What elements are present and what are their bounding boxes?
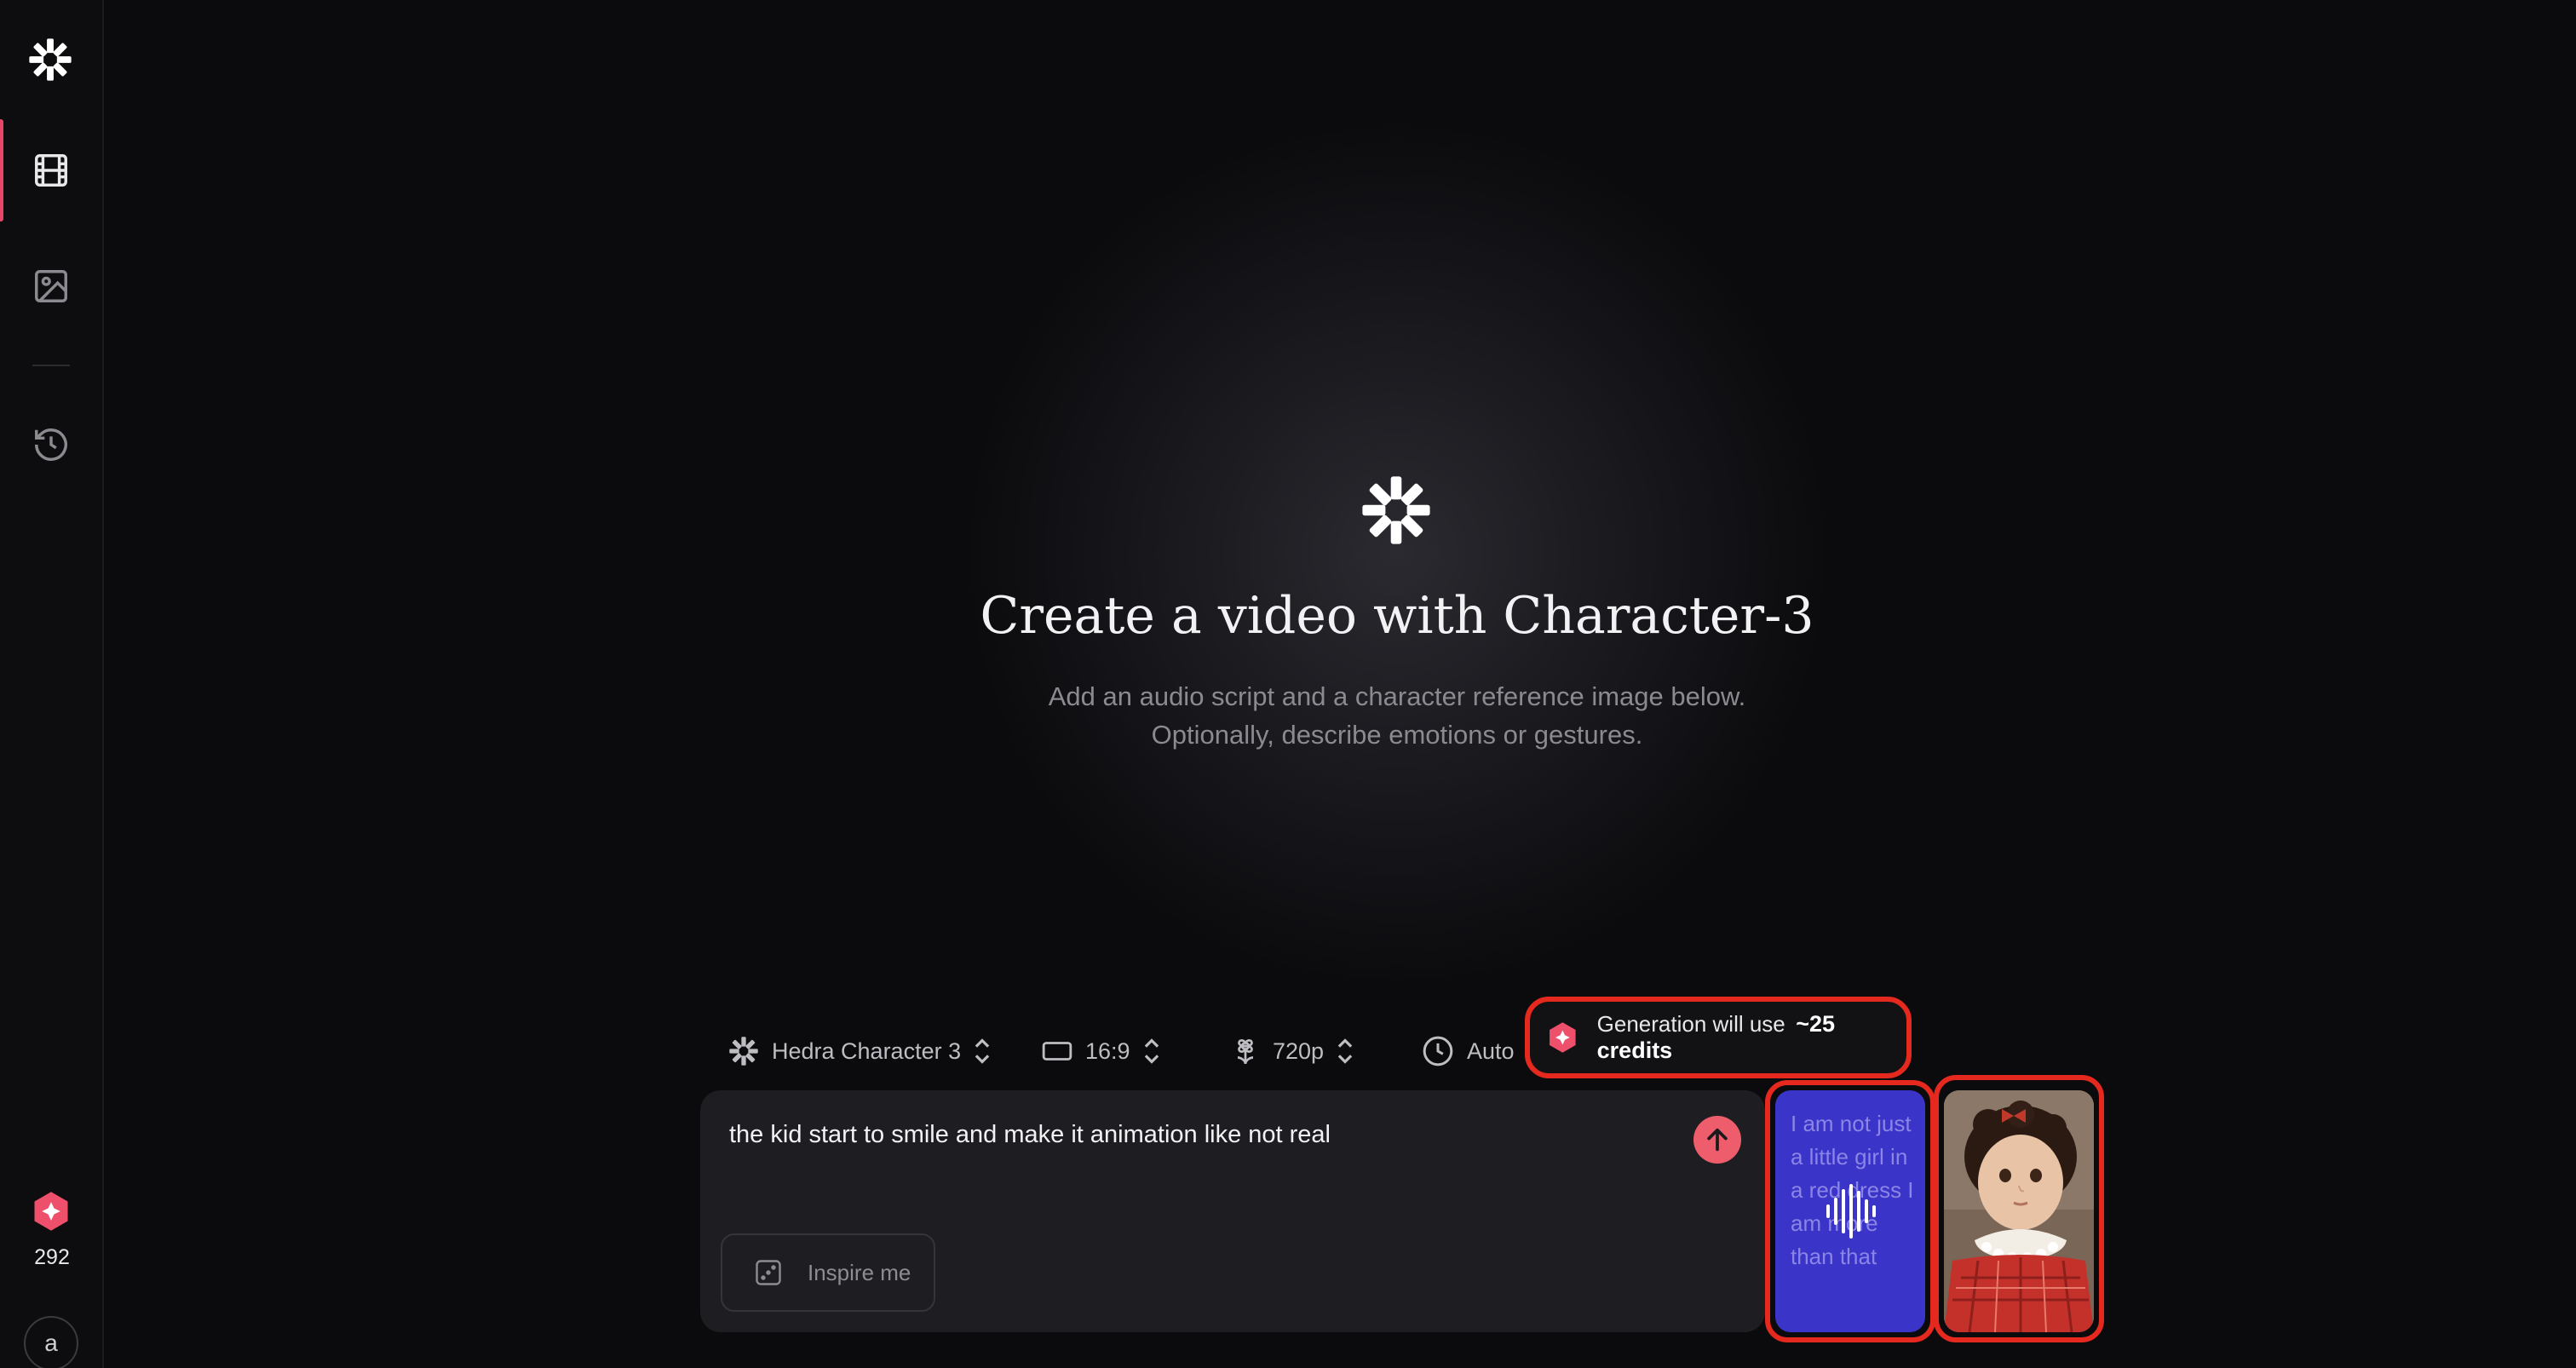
chevron-updown-icon <box>975 1038 990 1064</box>
dice-icon <box>756 1260 781 1285</box>
credits-prefix: Generation will use <box>1596 1011 1785 1037</box>
hedra-logo-icon[interactable] <box>26 36 74 83</box>
clock-icon <box>1423 1036 1453 1066</box>
hedra-logo-icon <box>729 1037 758 1066</box>
sidebar: 292 a <box>0 0 104 1368</box>
duration-selector[interactable]: Auto <box>1421 1027 1515 1075</box>
credits-estimate: Generation will use ~25 credits <box>1525 997 1912 1078</box>
subtitle-line-1: Add an audio script and a character refe… <box>1048 681 1746 711</box>
subtitle-line-2: Optionally, describe emotions or gesture… <box>1151 720 1643 750</box>
aspect-ratio-icon <box>1042 1042 1072 1060</box>
credits-icon[interactable] <box>29 1189 73 1233</box>
image-icon <box>35 270 67 302</box>
sidebar-item-history[interactable] <box>26 419 77 470</box>
sidebar-divider <box>32 365 70 366</box>
prompt-box[interactable]: the kid start to smile and make it anima… <box>700 1090 1765 1332</box>
arrow-up-icon <box>1707 1128 1728 1152</box>
hedra-logo-icon <box>1362 476 1430 544</box>
resolution-label: 720p <box>1273 1037 1325 1064</box>
film-icon <box>35 154 67 187</box>
chevron-updown-icon <box>1144 1038 1159 1064</box>
child-portrait <box>1944 1090 2094 1332</box>
hero-glow <box>971 128 1823 980</box>
audio-wave-icon <box>1826 1184 1876 1239</box>
active-indicator <box>0 119 3 221</box>
history-icon <box>35 428 67 461</box>
send-button[interactable] <box>1693 1116 1741 1164</box>
audio-script-card[interactable]: I am not just a little girl in a red dre… <box>1775 1090 1925 1332</box>
aspect-selector[interactable]: 16:9 <box>1041 1027 1161 1075</box>
prompt-input[interactable]: the kid start to smile and make it anima… <box>729 1121 1331 1149</box>
credits-count: 292 <box>34 1245 70 1269</box>
page-subtitle: Add an audio script and a character refe… <box>852 677 1942 754</box>
chevron-updown-icon <box>1337 1038 1353 1064</box>
aspect-label: 16:9 <box>1085 1037 1130 1064</box>
flower-icon <box>1237 1039 1254 1065</box>
credits-icon <box>1550 1022 1576 1053</box>
page-title: Create a video with Character-3 <box>980 586 1814 646</box>
avatar[interactable]: a <box>24 1316 78 1368</box>
resolution-selector[interactable]: 720p <box>1230 1027 1354 1075</box>
sidebar-item-image[interactable] <box>26 261 77 312</box>
duration-label: Auto <box>1467 1037 1515 1064</box>
inspire-label: Inspire me <box>808 1259 911 1285</box>
sidebar-item-video[interactable] <box>26 145 77 196</box>
character-reference-image[interactable] <box>1944 1090 2094 1332</box>
inspire-me-button[interactable]: Inspire me <box>721 1233 935 1312</box>
model-selector[interactable]: Hedra Character 3 <box>727 1027 992 1075</box>
model-label: Hedra Character 3 <box>772 1037 962 1064</box>
